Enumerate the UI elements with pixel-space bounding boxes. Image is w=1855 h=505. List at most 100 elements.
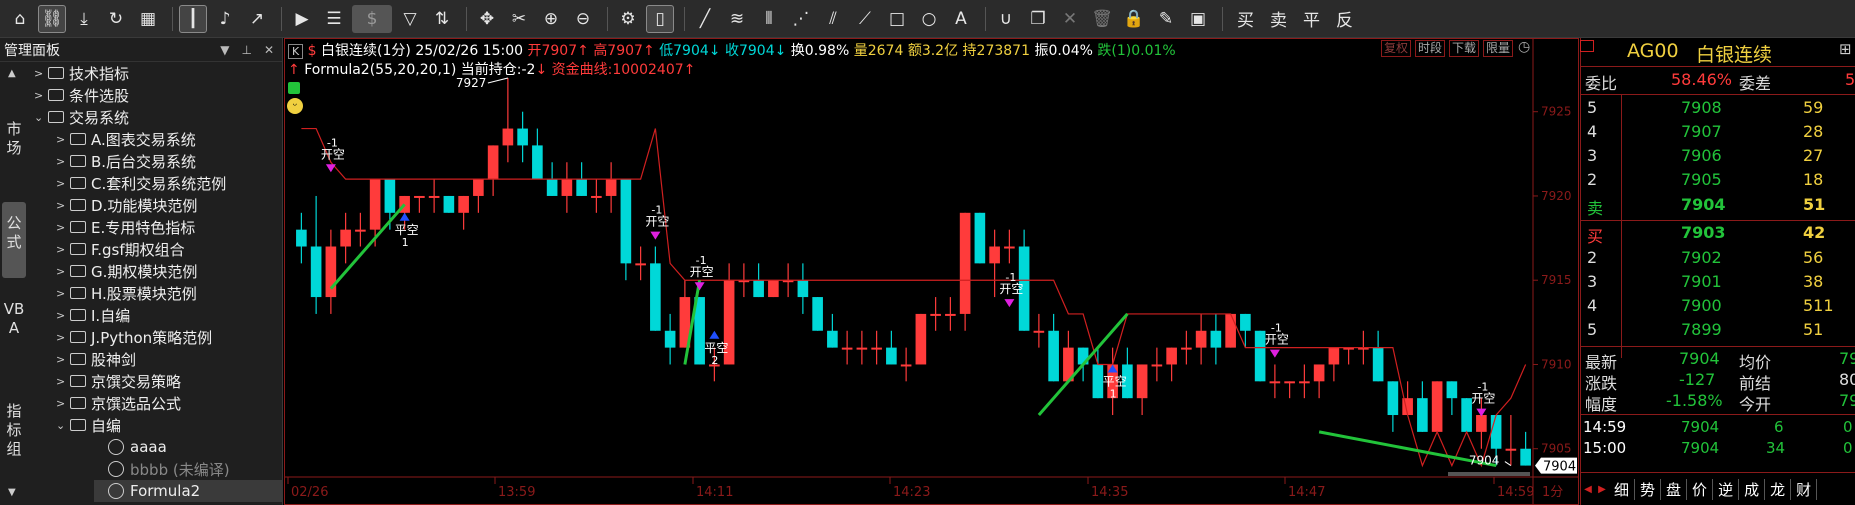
chevron-right-icon[interactable]: > [56,177,70,190]
chevron-down-icon[interactable]: ⌄ [56,419,70,432]
move-icon[interactable]: ✥ [473,5,501,33]
chevron-right-icon[interactable]: > [56,287,70,300]
pin-icon[interactable]: ⊥ [241,43,251,57]
scroll-down-icon[interactable]: ▼ [8,487,16,498]
limit-button[interactable]: 限量 [1483,40,1514,57]
chevron-right-icon[interactable]: > [56,265,70,278]
mouse-icon[interactable]: ▯ [646,4,674,33]
tree-folder[interactable]: > D.功能模块范例 [56,194,283,216]
tree-folder[interactable]: > H.股票模块范例 [56,282,283,304]
tree-folder[interactable]: > 京馔交易策略 [56,370,283,392]
bid-price[interactable]: 7900 [1681,296,1722,315]
gear-icon[interactable]: ⚙ [614,5,642,33]
tab-next-icon[interactable]: ▶ [1595,484,1609,495]
link-icon[interactable]: ⛓ [38,4,66,33]
open-short-signal[interactable]: -1开空 [645,204,669,240]
chart-scrollbar[interactable] [1448,472,1530,476]
k-badge[interactable]: K [288,44,304,59]
trash-icon[interactable]: 🗑 [1088,5,1116,33]
download-icon[interactable]: ⤓ [70,5,98,33]
chevron-right-icon[interactable]: > [56,309,70,322]
clock-icon[interactable]: ◷ [1518,39,1530,55]
tree-folder[interactable]: > A.图表交易系统 [56,128,283,150]
scroll-up-icon[interactable]: ▲ [8,68,16,79]
delete-icon[interactable]: ✕ [1056,5,1084,33]
gann-icon[interactable]: ⟋ [851,5,879,33]
vtab-formula[interactable]: 公式 [2,202,26,278]
chevron-right-icon[interactable]: > [56,221,70,234]
chevron-right-icon[interactable]: > [56,353,70,366]
panel-tab[interactable]: 逆 [1713,478,1740,500]
close-position-button[interactable]: 平 [1303,6,1320,31]
open-short-signal[interactable]: -1开空 [690,254,714,291]
ask-price[interactable]: 7905 [1681,170,1722,189]
chevron-down-icon[interactable]: ⌄ [34,111,48,124]
sell-button[interactable]: 卖 [1270,6,1287,31]
s-badge[interactable]: $ [308,43,317,59]
chevron-right-icon[interactable]: > [56,375,70,388]
chevron-right-icon[interactable]: > [56,397,70,410]
chevron-right-icon[interactable]: > [56,331,70,344]
lock-icon[interactable]: 🔒 [1120,5,1148,33]
buy-button[interactable]: 买 [1237,6,1254,31]
parallel-icon[interactable]: ⫽ [819,5,847,33]
tree-folder[interactable]: > 条件选股 [34,84,283,106]
vtab-vba[interactable]: VBA [2,300,26,338]
panel-collapse-handle[interactable] [1580,40,1594,52]
chart-canvas[interactable]: 79257920791579107905-1开空平空1-1开空-1开空平空2-1… [284,38,1579,505]
tree-formula[interactable]: Formula2 [94,480,283,502]
vtab-indicator-group[interactable]: 指标组 [2,402,26,459]
open-short-signal[interactable]: -1开空 [1265,322,1289,358]
tree-folder[interactable]: > J.Python策略范例 [56,326,283,348]
zoom-out-icon[interactable]: ⊖ [569,5,597,33]
home-icon[interactable]: ⌂ [6,5,34,33]
dropdown-icon[interactable]: ▼ [220,43,229,57]
ask-price[interactable]: 7907 [1681,122,1722,141]
kline-chart[interactable]: 7925 7920 7915 7910 7905 -1 开空 平空 1 -1 开空 -1 开空 平空 2 -1… [284,38,1579,505]
fan-icon[interactable]: ⋰ [787,5,815,33]
fib-icon[interactable]: ≋ [723,5,751,33]
text-icon[interactable]: A [947,5,975,33]
tree-folder[interactable]: > E.专用特色指标 [56,216,283,238]
expand-icon[interactable]: ⊞ [1839,40,1852,58]
restore-button[interactable]: 复权 [1381,40,1412,57]
panel-tab[interactable]: 价 [1687,478,1714,500]
tree-folder[interactable]: > 股神剑 [56,348,283,370]
reverse-button[interactable]: 反 [1336,6,1353,31]
bell-icon[interactable]: ♪ [211,5,239,33]
chevron-right-icon[interactable]: > [34,67,48,80]
chevron-right-icon[interactable]: > [34,89,48,102]
period-label[interactable]: 1分 [1542,485,1563,500]
time-range-button[interactable]: 时段 [1415,40,1446,57]
filter-icon[interactable]: ▽ [396,5,424,33]
open-short-signal[interactable]: -1开空 [1471,381,1495,417]
candle-icon[interactable]: ┃ [179,4,207,33]
pen-icon[interactable]: ✎ [1152,5,1180,33]
bid-price[interactable]: 7901 [1681,272,1722,291]
zoom-in-icon[interactable]: ⊕ [537,5,565,33]
panel-tab[interactable]: 成 [1739,478,1766,500]
copy-icon[interactable]: ❐ [1024,5,1052,33]
play-icon[interactable]: ▶ [288,5,316,33]
tree-folder[interactable]: ⌄ 交易系统 [34,106,283,128]
panel-tab[interactable]: 势 [1635,478,1662,500]
chevron-right-icon[interactable]: > [56,155,70,168]
vtab-market[interactable]: 市场 [2,120,26,158]
ask-price[interactable]: 7908 [1681,98,1722,117]
bid-price[interactable]: 7899 [1681,320,1722,339]
save-icon[interactable]: ▣ [1184,5,1212,33]
chevron-right-icon[interactable]: > [56,243,70,256]
tree-folder[interactable]: > C.套利交易系统范例 [56,172,283,194]
doc-icon[interactable]: ☰ [320,5,348,33]
panel-tab[interactable]: 盘 [1661,478,1688,500]
tree-folder[interactable]: > F.gsf期权组合 [56,238,283,260]
lock-icon[interactable] [288,82,300,94]
chevron-right-icon[interactable]: > [56,133,70,146]
cross-icon[interactable]: ✂ [505,5,533,33]
close-icon[interactable]: ✕ [264,43,274,57]
chart-icon[interactable]: ↗ [243,5,271,33]
tree-folder[interactable]: > I.自编 [56,304,283,326]
sort-icon[interactable]: ⇅ [428,5,456,33]
open-short-signal[interactable]: -1开空 [321,136,345,173]
tree-folder[interactable]: > B.后台交易系统 [56,150,283,172]
